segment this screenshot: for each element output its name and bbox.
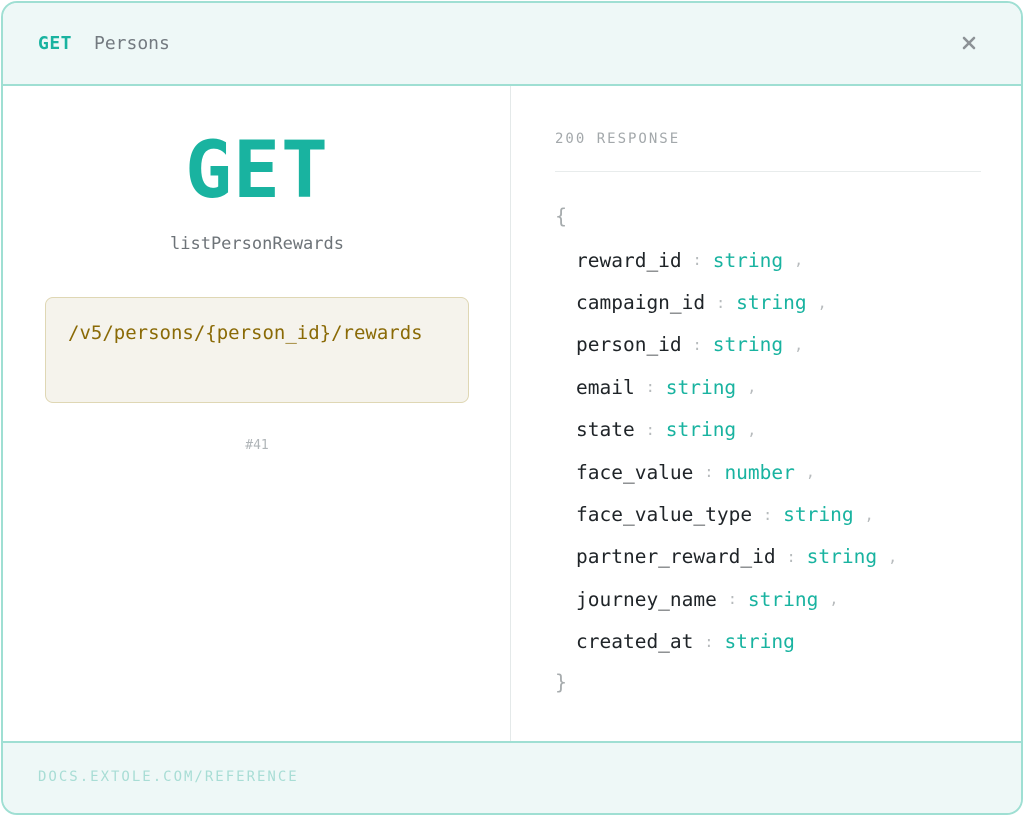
response-divider [555, 171, 981, 172]
response-field: person_id: string, [576, 324, 897, 366]
field-type: string [783, 503, 854, 527]
field-comma: , [794, 335, 804, 354]
field-name: email [576, 375, 635, 399]
field-type: string [712, 333, 784, 357]
field-name: person_id [576, 333, 682, 357]
field-separator: : [704, 463, 714, 482]
close-icon [962, 36, 976, 50]
response-field: campaign_id: string, [576, 281, 897, 323]
field-comma: , [805, 463, 815, 482]
header-title: Persons [94, 33, 170, 54]
response-field: face_value_type: string, [576, 493, 897, 535]
field-type: string [665, 418, 737, 442]
response-field: reward_id: string, [576, 239, 897, 281]
endpoint-index: #41 [245, 438, 269, 453]
response-panel: 200 RESPONSE { reward_id: string, campaign… [512, 86, 1021, 741]
field-name: state [576, 418, 635, 442]
endpoint-path: /v5/persons/{person_id}/rewards [45, 297, 469, 403]
field-comma: , [864, 505, 874, 524]
docs-link[interactable]: DOCS.EXTOLE.COM/REFERENCE [38, 769, 299, 785]
response-fields: reward_id: string, campaign_id: string, pers… [576, 239, 897, 663]
response-field: journey_name: string, [576, 578, 897, 620]
http-method: GET [185, 126, 329, 216]
field-name: created_at [576, 630, 694, 654]
field-name: journey_name [576, 587, 717, 611]
field-comma: , [817, 293, 827, 312]
response-field: partner_reward_id: string, [576, 536, 897, 578]
field-name: face_value [576, 460, 694, 484]
field-name: reward_id [576, 248, 682, 272]
endpoint-summary-panel: GET listPersonRewards /v5/persons/{perso… [3, 86, 511, 741]
operation-id: listPersonRewards [170, 234, 344, 254]
field-type: string [665, 375, 737, 399]
endpoint-card: GET Persons GET listPersonRewards /v5/pe… [1, 1, 1023, 815]
field-separator: : [786, 547, 796, 566]
field-type: string [712, 248, 784, 272]
field-comma: , [747, 420, 757, 439]
field-type: string [724, 630, 795, 654]
field-type: string [806, 545, 878, 569]
field-type: string [736, 291, 807, 315]
field-separator: : [704, 632, 714, 651]
field-separator: : [763, 505, 773, 524]
field-separator: : [716, 293, 726, 312]
field-separator: : [727, 590, 737, 609]
field-comma: , [888, 547, 898, 566]
field-name: campaign_id [576, 291, 706, 315]
close-brace: } [555, 670, 568, 694]
field-separator: : [645, 378, 655, 397]
card-header: GET Persons [3, 3, 1021, 86]
response-field: email: string, [576, 366, 897, 408]
response-field: created_at: string [576, 621, 897, 663]
field-separator: : [692, 251, 702, 270]
response-field: state: string, [576, 409, 897, 451]
field-type: number [724, 460, 795, 484]
response-field: face_value: number, [576, 451, 897, 493]
field-comma: , [829, 590, 839, 609]
close-button[interactable] [955, 29, 983, 57]
field-separator: : [645, 420, 655, 439]
field-name: face_value_type [576, 503, 753, 527]
field-name: partner_reward_id [576, 545, 776, 569]
field-comma: , [747, 378, 757, 397]
field-comma: , [794, 251, 804, 270]
field-separator: : [692, 335, 702, 354]
field-type: string [747, 587, 819, 611]
open-brace: { [555, 204, 568, 228]
card-footer: DOCS.EXTOLE.COM/REFERENCE [3, 741, 1021, 813]
response-label: 200 RESPONSE [555, 131, 681, 147]
header-method: GET [38, 33, 73, 54]
